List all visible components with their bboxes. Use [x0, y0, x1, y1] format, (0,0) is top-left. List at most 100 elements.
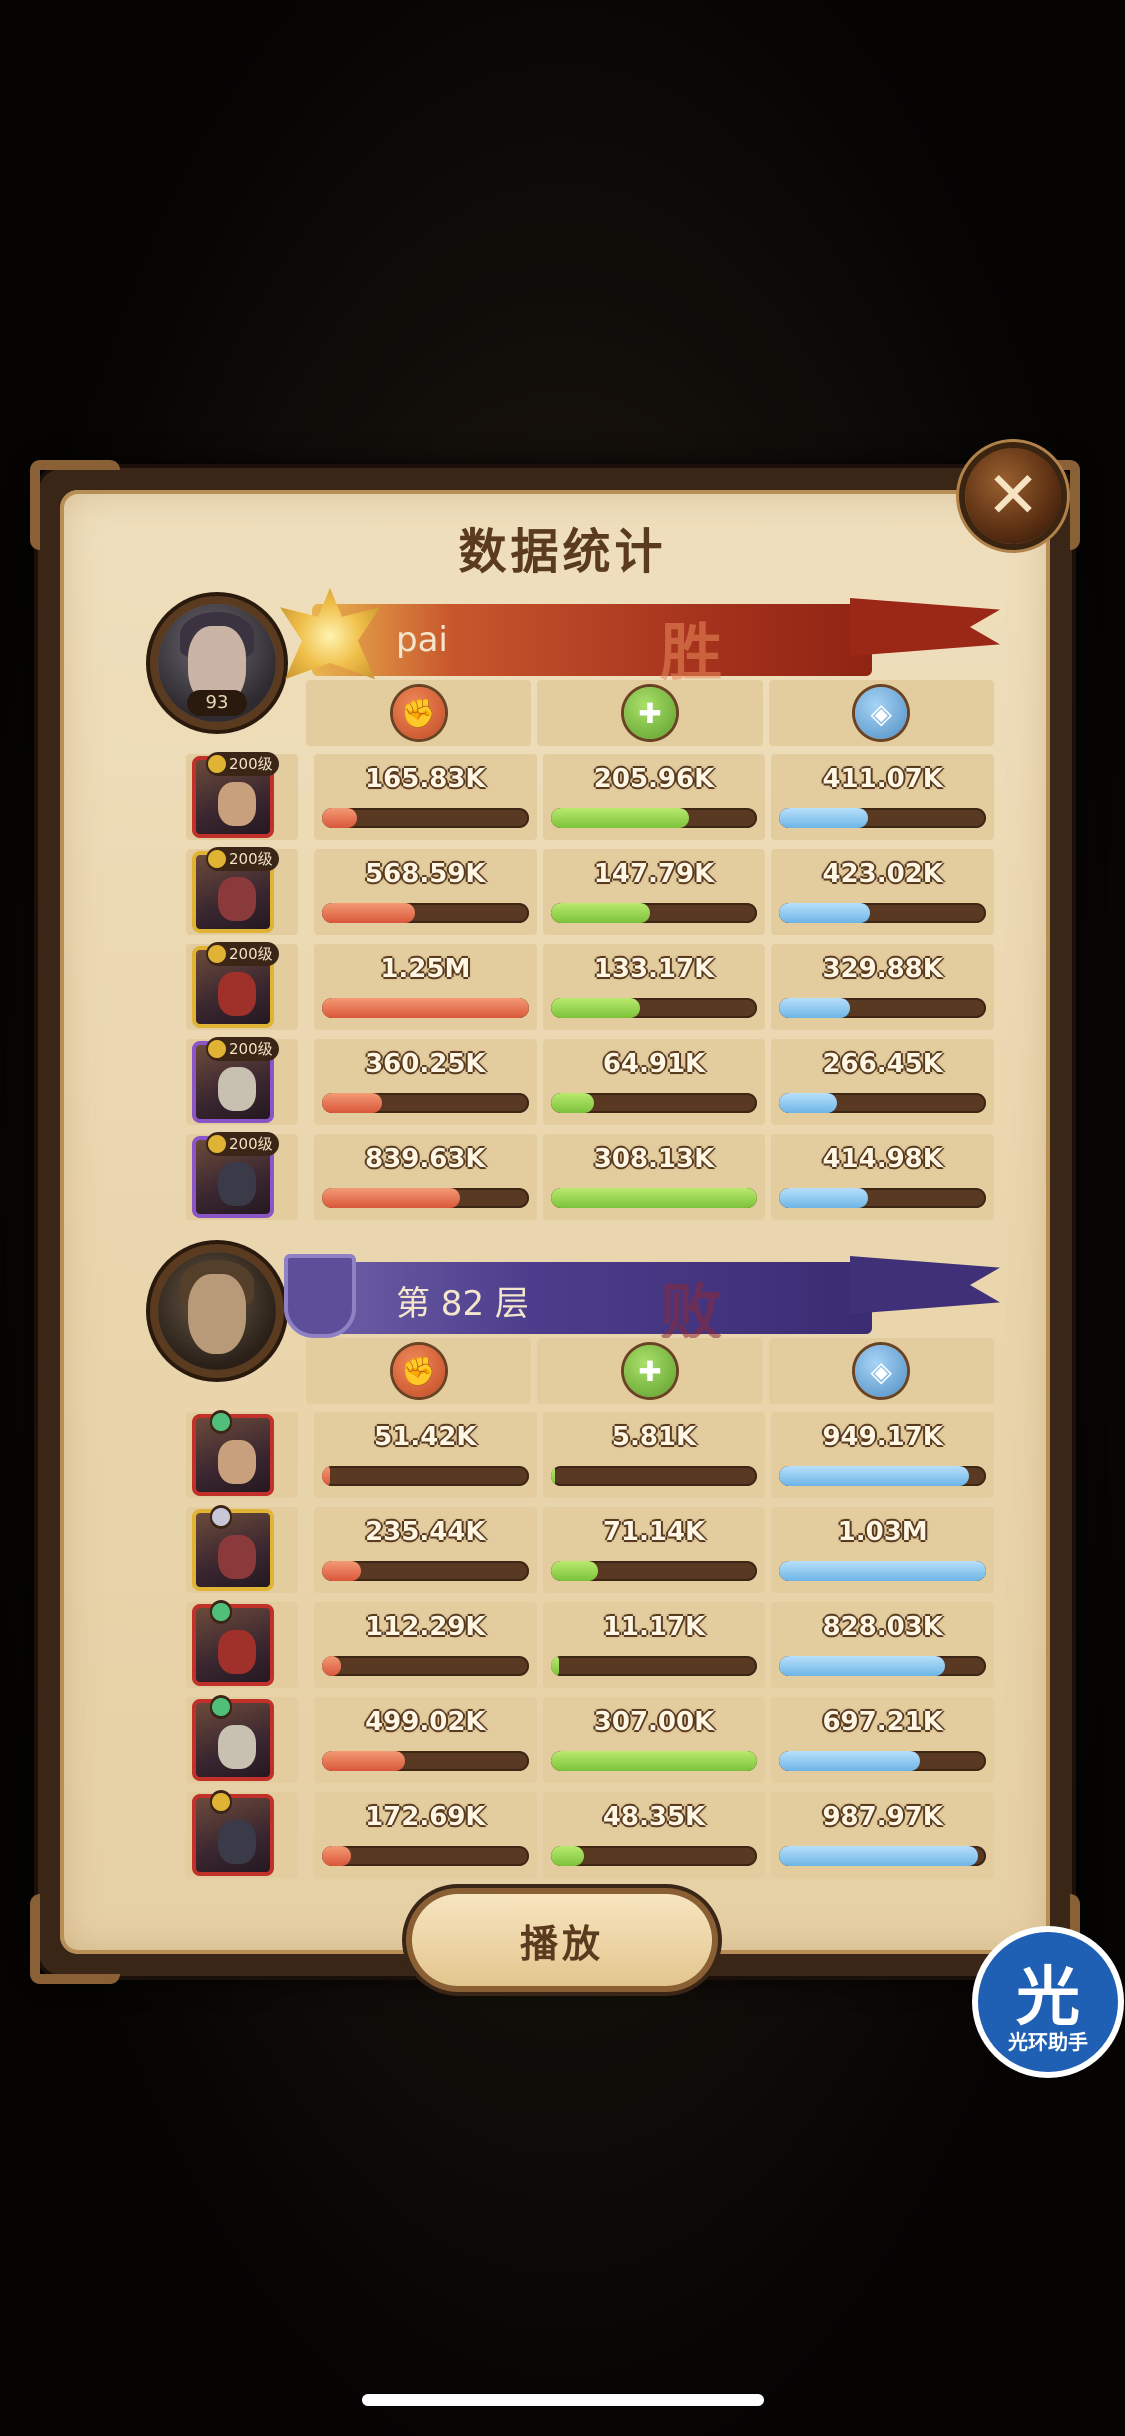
defense-bar-fill [779, 1561, 987, 1581]
hero-tier-badge [210, 1600, 232, 1624]
heal-value: 133.17K [593, 954, 715, 984]
defense-bar-fill [779, 1846, 978, 1866]
hero-portrait-cell [186, 1600, 298, 1688]
defense-stat-cell: 266.45K [771, 1039, 995, 1125]
hero-portrait[interactable] [192, 1699, 274, 1781]
tier-gem-icon [208, 945, 226, 963]
hero-row: 235.44K 71.14K 1.03M [186, 1505, 995, 1593]
heal-bar-fill [550, 1656, 559, 1676]
close-button[interactable]: ✕ [965, 448, 1061, 544]
hero-portrait[interactable] [192, 1414, 274, 1496]
heal-stat-cell: 307.00K [542, 1697, 766, 1783]
defense-stat-cell: 423.02K [771, 849, 995, 935]
defense-bar [779, 903, 987, 923]
hero-tier-label: 200级 [229, 1040, 273, 1058]
heal-value: 308.13K [593, 1144, 715, 1174]
hero-row: 200级 165.83K 205.96K 411.07K [186, 752, 995, 840]
heal-icon: ✚ [623, 1345, 676, 1397]
defense-value: 949.17K [822, 1422, 943, 1452]
damage-value: 235.44K [365, 1517, 486, 1547]
damage-stat-cell: 235.44K [314, 1507, 537, 1593]
defense-stat-cell: 949.17K [771, 1412, 995, 1498]
hero-portrait[interactable] [192, 1509, 274, 1591]
hero-row: 112.29K 11.17K 828.03K [186, 1600, 995, 1688]
heal-bar-fill [550, 1093, 595, 1113]
tier-gem-icon [208, 1040, 226, 1058]
hero-portrait-cell [186, 1790, 298, 1878]
avatar-face [188, 1274, 246, 1354]
damage-bar [322, 1751, 529, 1771]
damage-bar-fill [322, 808, 358, 828]
damage-stat-cell: 568.59K [314, 849, 537, 935]
hero-row: 200级 1.25M 133.17K 329.88K [186, 942, 995, 1030]
defense-value: 329.88K [822, 954, 943, 984]
damage-bar [322, 1466, 529, 1486]
heal-stat-cell: 308.13K [542, 1134, 766, 1220]
replay-button[interactable]: 播放 [412, 1894, 712, 1986]
heal-stat-cell: 205.96K [542, 754, 766, 840]
hero-face [218, 1535, 256, 1579]
defense-column-header: ◈ [768, 680, 994, 746]
panel-corner [30, 1894, 120, 1984]
hero-tier-badge [210, 1505, 232, 1529]
hero-face [218, 1067, 256, 1111]
heal-bar-fill [550, 1846, 584, 1866]
damage-bar [322, 903, 529, 923]
defense-bar-fill [779, 998, 850, 1018]
team-a-hero-list: 200级 165.83K 205.96K 411.07K 200级 568.59K 147.… [186, 752, 995, 1229]
hero-tier-label: 200级 [229, 1135, 273, 1153]
heal-stat-cell: 133.17K [542, 944, 766, 1030]
close-icon: ✕ [986, 459, 1040, 533]
tier-gem-icon [212, 1603, 230, 1621]
hero-tier-label: 200级 [229, 945, 273, 963]
defense-value: 697.21K [822, 1707, 943, 1737]
home-indicator[interactable] [362, 2394, 764, 2406]
heal-column-header: ✚ [537, 680, 763, 746]
watermark-glyph: 光 [1016, 1961, 1080, 2035]
hero-portrait[interactable] [192, 1604, 274, 1686]
hero-tier-badge: 200级 [206, 1132, 279, 1156]
team-b-hero-list: 51.42K 5.81K 949.17K 235.44K 71.14K 1.03M 112.… [186, 1410, 995, 1887]
damage-bar-fill [322, 1846, 351, 1866]
damage-icon: ✊ [392, 687, 445, 739]
damage-value: 839.63K [365, 1144, 486, 1174]
enemy-avatar[interactable] [158, 1252, 276, 1370]
damage-value: 51.42K [374, 1422, 477, 1452]
heal-bar [550, 808, 758, 828]
damage-stat-cell: 839.63K [314, 1134, 537, 1220]
heal-value: 64.91K [602, 1049, 706, 1079]
tier-gem-icon [208, 1135, 226, 1153]
defense-bar [779, 1561, 987, 1581]
damage-bar [322, 1188, 529, 1208]
defense-value: 1.03M [837, 1517, 928, 1547]
heal-bar [550, 1751, 758, 1771]
defense-bar [779, 998, 987, 1018]
team-a-column-icons: ✊ ✚ ◈ [306, 680, 994, 746]
defense-value: 828.03K [822, 1612, 943, 1642]
damage-bar-fill [322, 998, 529, 1018]
damage-value: 165.83K [365, 764, 486, 794]
defense-bar [779, 1656, 987, 1676]
damage-stat-cell: 51.42K [314, 1412, 537, 1498]
damage-stat-cell: 360.25K [314, 1039, 537, 1125]
heal-value: 205.96K [593, 764, 715, 794]
hero-face [218, 1725, 256, 1769]
hero-portrait-cell [186, 1695, 298, 1783]
defense-value: 411.07K [822, 764, 943, 794]
heal-bar-fill [550, 808, 690, 828]
damage-stat-cell: 499.02K [314, 1697, 537, 1783]
heal-bar [550, 903, 758, 923]
defense-stat-cell: 828.03K [771, 1602, 995, 1688]
hero-tier-badge [210, 1410, 232, 1434]
damage-bar [322, 1656, 529, 1676]
defense-column-header: ◈ [768, 1338, 994, 1404]
hero-portrait[interactable] [192, 1794, 274, 1876]
damage-value: 1.25M [380, 954, 471, 984]
hero-portrait-cell: 200级 [186, 942, 298, 1030]
player-level: 93 [187, 690, 247, 716]
heal-bar-fill [550, 1751, 758, 1771]
damage-bar-fill [322, 1188, 461, 1208]
hero-row: 200级 839.63K 308.13K 414.98K [186, 1132, 995, 1220]
damage-value: 568.59K [365, 859, 486, 889]
damage-icon: ✊ [392, 1345, 445, 1397]
